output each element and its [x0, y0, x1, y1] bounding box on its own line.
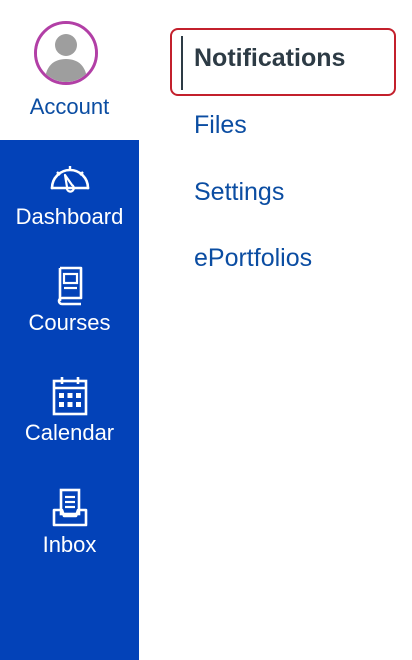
global-nav-list: Dashboard Courses Calendar Inbox	[0, 140, 139, 660]
avatar[interactable]	[34, 21, 98, 85]
nav-item-label: Dashboard	[15, 204, 124, 229]
active-indicator	[181, 36, 183, 90]
inbox-tray-icon	[52, 488, 87, 527]
menu-item-files[interactable]: Files	[194, 111, 247, 140]
nav-item-inbox[interactable]: Inbox	[0, 486, 139, 558]
calendar-icon	[52, 377, 87, 416]
courses-book-icon	[57, 266, 82, 306]
menu-item-notifications[interactable]: Notifications	[194, 44, 345, 73]
menu-item-eportfolios[interactable]: ePortfolios	[194, 244, 312, 273]
nav-item-courses[interactable]: Courses	[0, 264, 139, 336]
account-nav-item[interactable]: Account	[0, 0, 139, 140]
nav-item-label: Courses	[28, 310, 111, 335]
dashboard-speedometer-icon	[50, 166, 89, 193]
menu-item-settings[interactable]: Settings	[194, 178, 284, 207]
account-label: Account	[29, 94, 110, 119]
nav-item-calendar[interactable]: Calendar	[0, 374, 139, 446]
nav-item-label: Calendar	[24, 420, 115, 445]
global-navigation: Account Dashboard Courses Calendar Inbox	[0, 0, 139, 660]
user-silhouette-icon	[37, 24, 95, 82]
nav-item-dashboard[interactable]: Dashboard	[0, 158, 139, 230]
nav-item-label: Inbox	[42, 532, 97, 557]
